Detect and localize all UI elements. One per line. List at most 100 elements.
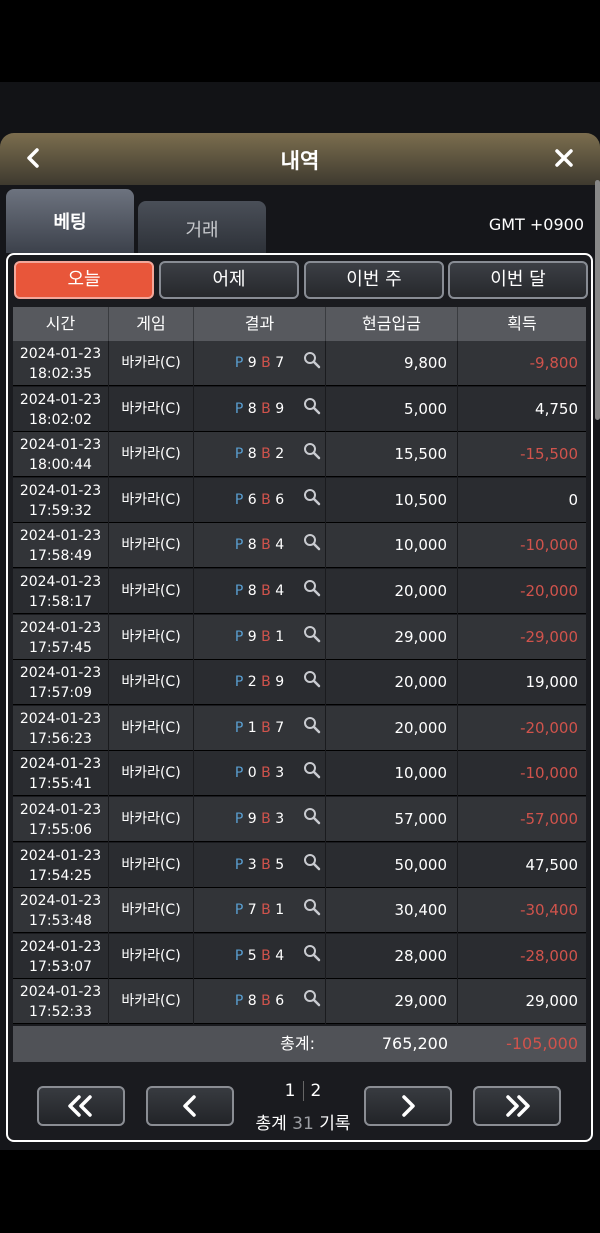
time-cell: 2024-01-23 17:56:23: [13, 705, 109, 751]
game-cell: 바카라(C): [109, 341, 194, 386]
win-cell: 4,750: [535, 399, 578, 418]
result-cell: P 7 B 1: [194, 888, 326, 934]
filter-today[interactable]: 오늘: [14, 261, 154, 299]
result-cell: P 2 B 9: [194, 660, 326, 706]
last-page-button[interactable]: [473, 1086, 561, 1126]
time-text: 17:56:23: [29, 730, 92, 747]
magnifier-icon[interactable]: [303, 890, 321, 916]
table-row[interactable]: 2024-01-23 17:53:07 바카라(C) P 5 B 4 28,000 -28…: [13, 933, 586, 979]
page-number-1[interactable]: 1: [278, 1081, 303, 1101]
player-letter: P: [234, 993, 244, 1010]
table-row[interactable]: 2024-01-23 17:56:23 바카라(C) P 1 B 7 20,000 -20…: [13, 705, 586, 751]
table-row[interactable]: 2024-01-23 17:55:41 바카라(C) P 0 B 3 10,000 -10…: [13, 751, 586, 797]
magnifier-icon[interactable]: [303, 571, 321, 597]
magnifier-icon[interactable]: [303, 343, 321, 369]
tab-betting[interactable]: 베팅: [6, 189, 134, 253]
magnifier-icon[interactable]: [303, 480, 321, 506]
table-body: 2024-01-23 18:02:35 바카라(C) P 9 B 7 9,800 -9,8…: [13, 341, 586, 1026]
banker-letter: B: [261, 674, 271, 691]
table-row[interactable]: 2024-01-23 17:55:06 바카라(C) P 9 B 3 57,000 -57…: [13, 797, 586, 842]
player-score: 8: [247, 400, 257, 417]
banker-letter: B: [261, 446, 271, 463]
prev-page-button[interactable]: [146, 1086, 234, 1126]
table-row[interactable]: 2024-01-23 17:58:17 바카라(C) P 8 B 4 20,000 -20…: [13, 569, 586, 614]
table-row[interactable]: 2024-01-23 18:02:02 바카라(C) P 8 B 9 5,000 4,75…: [13, 386, 586, 432]
banker-score: 4: [275, 537, 285, 554]
time-cell: 2024-01-23 17:57:45: [13, 614, 109, 660]
date-text: 2024-01-23: [19, 847, 102, 864]
table-row[interactable]: 2024-01-23 17:57:09 바카라(C) P 2 B 9 20,000 19,…: [13, 660, 586, 706]
banker-letter: B: [261, 902, 271, 919]
filter-this-week[interactable]: 이번 주: [304, 261, 444, 299]
player-letter: P: [234, 583, 244, 599]
filter-this-month[interactable]: 이번 달: [448, 261, 588, 299]
magnifier-icon[interactable]: [303, 708, 321, 734]
player-score: 8: [247, 446, 257, 463]
banker-score: 3: [275, 765, 285, 782]
player-score: 8: [247, 583, 257, 599]
banker-score: 4: [275, 947, 285, 964]
table-row[interactable]: 2024-01-23 17:52:33 바카라(C) P 8 B 6 29,000 29,…: [13, 979, 586, 1025]
bet-cell: 29,000: [326, 979, 458, 1025]
table-row[interactable]: 2024-01-23 18:02:35 바카라(C) P 9 B 7 9,800 -9,8…: [13, 341, 586, 386]
magnifier-icon[interactable]: [303, 434, 321, 460]
table-row[interactable]: 2024-01-23 17:54:25 바카라(C) P 3 B 5 50,000 47,…: [13, 842, 586, 888]
page-number-2[interactable]: 2: [304, 1081, 329, 1101]
page-scrollbar[interactable]: [595, 180, 600, 420]
time-text: 17:53:07: [29, 958, 92, 975]
magnifier-icon[interactable]: [303, 981, 321, 1007]
bet-cell: 9,800: [326, 341, 458, 386]
result-cell: P 9 B 1: [194, 614, 326, 660]
result-cell: P 8 B 6: [194, 979, 326, 1025]
player-letter: P: [234, 856, 244, 873]
table-row[interactable]: 2024-01-23 18:00:44 바카라(C) P 8 B 2 15,500 -15…: [13, 432, 586, 478]
magnifier-icon[interactable]: [303, 662, 321, 688]
win-cell: -9,800: [529, 354, 578, 372]
game-cell: 바카라(C): [109, 842, 194, 888]
first-page-button[interactable]: [37, 1086, 125, 1126]
table-row[interactable]: 2024-01-23 17:59:32 바카라(C) P 6 B 6 10,500 0: [13, 477, 586, 523]
win-cell: -20,000: [520, 718, 578, 737]
next-page-button[interactable]: [364, 1086, 452, 1126]
bet-cell: 15,500: [326, 432, 458, 478]
time-cell: 2024-01-23 17:58:17: [13, 569, 109, 614]
bet-cell: 10,500: [326, 477, 458, 523]
date-text: 2024-01-23: [19, 346, 102, 362]
chevron-right-icon: [402, 1095, 415, 1117]
close-button[interactable]: [550, 144, 578, 172]
player-letter: P: [234, 491, 244, 508]
magnifier-icon[interactable]: [303, 845, 321, 870]
player-letter: P: [234, 902, 244, 919]
column-header-game: 게임: [109, 307, 194, 341]
table-row[interactable]: 2024-01-23 17:57:45 바카라(C) P 9 B 1 29,000 -29…: [13, 614, 586, 660]
win-cell: 47,500: [525, 855, 579, 874]
date-text: 2024-01-23: [19, 984, 102, 1001]
win-cell: -20,000: [520, 582, 578, 600]
magnifier-icon[interactable]: [303, 617, 321, 642]
player-score: 9: [247, 355, 257, 371]
date-text: 2024-01-23: [19, 619, 102, 636]
magnifier-icon[interactable]: [303, 799, 321, 825]
time-text: 17:55:06: [29, 822, 92, 838]
result-cell: P 5 B 4: [194, 933, 326, 979]
magnifier-icon[interactable]: [303, 389, 321, 414]
magnifier-icon[interactable]: [303, 525, 321, 551]
close-icon: [555, 149, 573, 167]
result-cell: P 9 B 3: [194, 797, 326, 842]
time-text: 17:54:25: [29, 867, 92, 884]
magnifier-icon[interactable]: [303, 936, 321, 962]
player-letter: P: [234, 674, 244, 691]
magnifier-icon[interactable]: [303, 753, 321, 779]
time-text: 18:02:02: [29, 411, 92, 428]
banker-letter: B: [261, 491, 271, 508]
table-row[interactable]: 2024-01-23 17:58:49 바카라(C) P 8 B 4 10,000 -10…: [13, 523, 586, 569]
banker-letter: B: [261, 537, 271, 554]
tab-transactions[interactable]: 거래: [138, 201, 266, 253]
result-cell: P 0 B 3: [194, 751, 326, 797]
win-cell: -30,400: [520, 901, 578, 920]
bet-cell: 20,000: [326, 569, 458, 614]
date-text: 2024-01-23: [19, 574, 102, 590]
date-text: 2024-01-23: [19, 893, 102, 910]
table-row[interactable]: 2024-01-23 17:53:48 바카라(C) P 7 B 1 30,400 -30…: [13, 888, 586, 934]
filter-yesterday[interactable]: 어제: [159, 261, 299, 299]
